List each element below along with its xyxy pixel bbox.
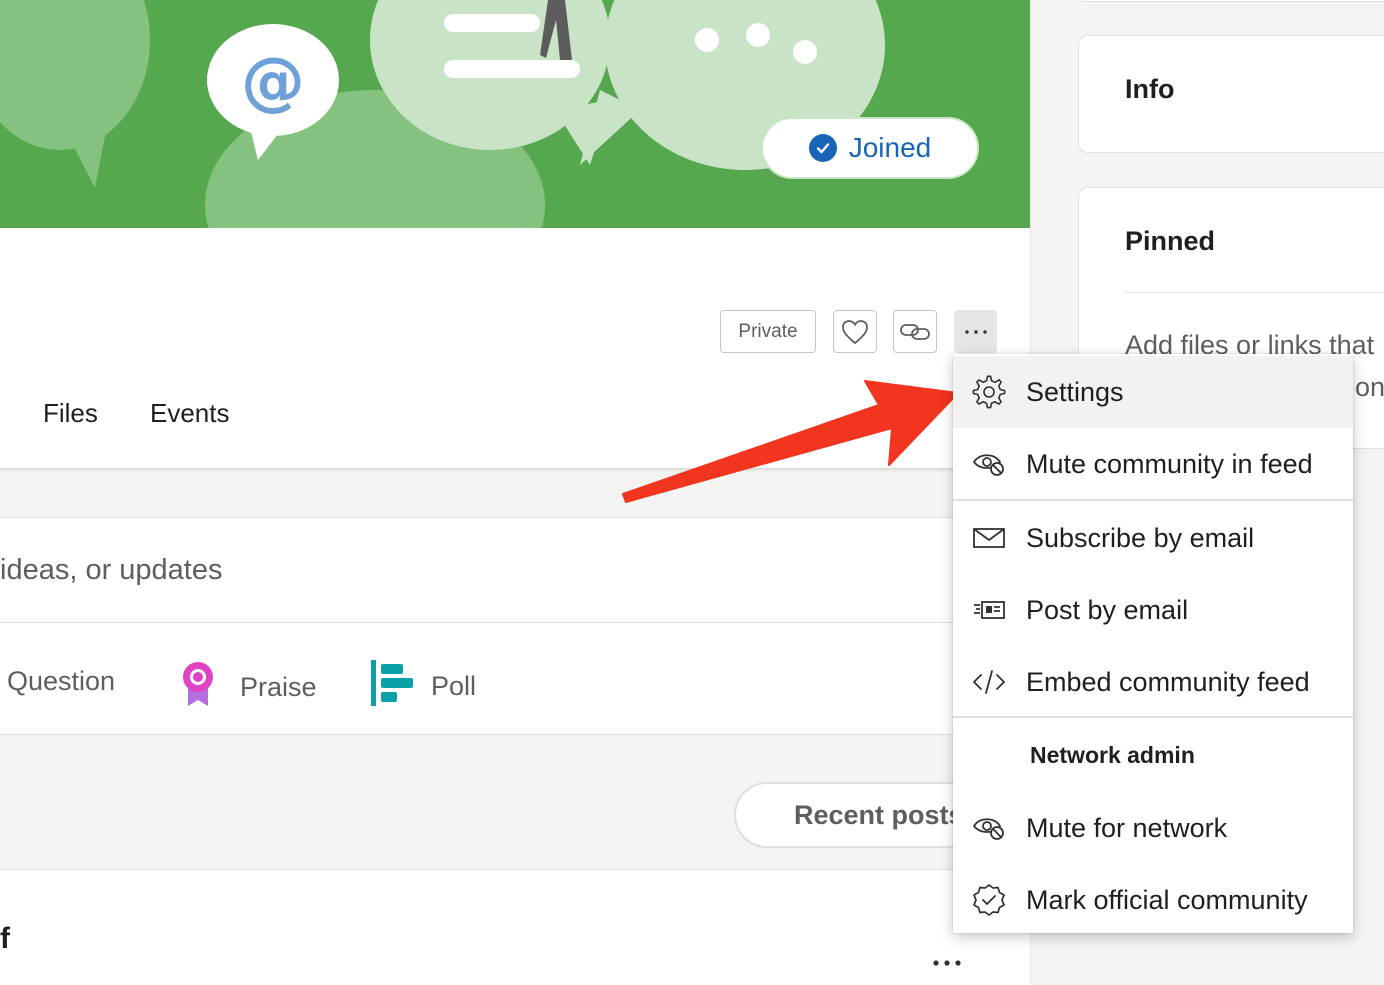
verified-badge-icon — [971, 882, 1007, 918]
menu-label-subscribe-email: Subscribe by email — [1026, 522, 1255, 553]
mute-eye-icon — [971, 446, 1007, 482]
menu-label-mark-official: Mark official community — [1026, 884, 1308, 915]
menu-divider — [953, 499, 1353, 501]
menu-section-network-admin: Network admin — [1030, 742, 1195, 768]
envelope-icon — [971, 520, 1007, 556]
menu-item-mute-network[interactable]: Mute for network — [953, 792, 1353, 864]
menu-item-subscribe-email[interactable]: Subscribe by email — [953, 502, 1353, 574]
menu-label-mute-community: Mute community in feed — [1026, 448, 1313, 479]
menu-label-settings: Settings — [1026, 376, 1124, 407]
menu-item-embed-feed[interactable]: Embed community feed — [953, 646, 1353, 718]
menu-item-mute-community[interactable]: Mute community in feed — [953, 428, 1353, 500]
menu-item-post-email[interactable]: Post by email — [953, 574, 1353, 646]
menu-divider — [953, 716, 1353, 718]
gear-icon — [971, 374, 1007, 410]
mute-eye-icon — [971, 810, 1007, 846]
menu-label-mute-network: Mute for network — [1026, 812, 1228, 843]
code-icon — [971, 664, 1007, 700]
menu-label-embed-feed: Embed community feed — [1026, 666, 1310, 697]
post-email-icon — [971, 592, 1007, 628]
community-options-menu: Settings Mute community in feed Subscrib… — [953, 354, 1353, 933]
menu-item-settings[interactable]: Settings — [953, 356, 1353, 428]
menu-item-mark-official[interactable]: Mark official community — [953, 864, 1353, 936]
menu-label-post-email: Post by email — [1026, 594, 1189, 625]
